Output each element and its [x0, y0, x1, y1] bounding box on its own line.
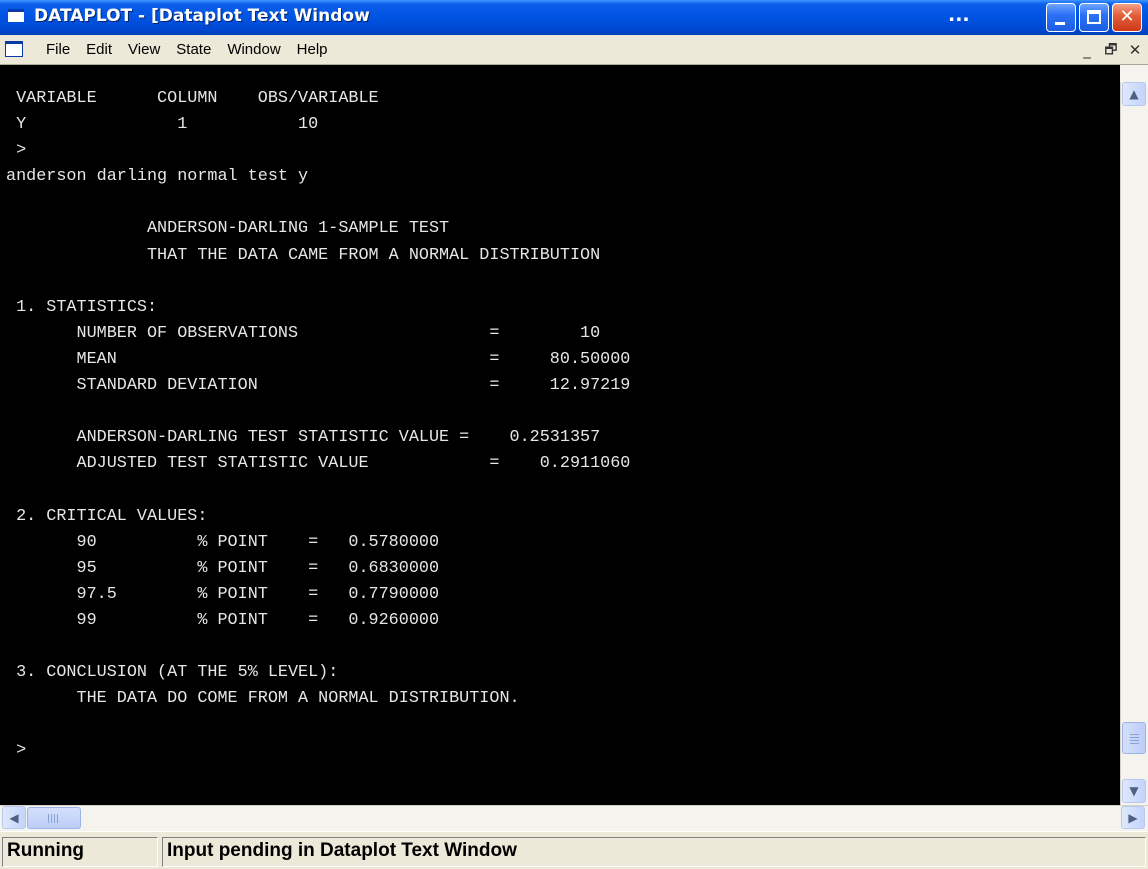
console-line: ADJUSTED TEST STATISTIC VALUE = 0.291106…: [6, 454, 631, 474]
maximize-button[interactable]: [1079, 3, 1109, 32]
title-bar[interactable]: DATAPLOT - [Dataplot Text Window ... ✕: [0, 0, 1148, 35]
console-line: ANDERSON-DARLING TEST STATISTIC VALUE = …: [6, 428, 601, 448]
console-line: MEAN = 80.50000: [6, 349, 631, 369]
horizontal-scroll-thumb[interactable]: [27, 807, 81, 829]
menu-window[interactable]: Window: [219, 41, 288, 59]
menu-state[interactable]: State: [168, 41, 219, 59]
console-line: 97.5 % POINT = 0.7790000: [6, 584, 440, 604]
mdi-close-button[interactable]: ✕: [1126, 41, 1144, 59]
status-state-panel: Running: [2, 837, 158, 867]
console-line: THE DATA DO COME FROM A NORMAL DISTRIBUT…: [6, 689, 520, 709]
console-line: STANDARD DEVIATION = 12.97219: [6, 376, 631, 396]
menu-bar: File Edit View State Window Help _ 🗗 ✕: [0, 35, 1148, 65]
vscroll-top-margin: [1120, 65, 1148, 82]
document-window-icon[interactable]: [5, 41, 23, 57]
window-title: DATAPLOT - [Dataplot Text Window: [34, 6, 370, 26]
console-output: VARIABLE COLUMN OBS/VARIABLE Y 1 10 > and…: [6, 86, 630, 764]
console-line: 90 % POINT = 0.5780000: [6, 532, 440, 552]
console-line: NUMBER OF OBSERVATIONS = 10: [6, 323, 601, 343]
console-line: 3. CONCLUSION (AT THE 5% LEVEL):: [6, 663, 339, 683]
scroll-up-button[interactable]: ▲: [1122, 82, 1146, 106]
console-line: VARIABLE COLUMN OBS/VARIABLE: [6, 89, 379, 108]
status-bar: Running Input pending in Dataplot Text W…: [0, 831, 1148, 869]
minimize-button[interactable]: [1046, 3, 1076, 32]
app-window-icon[interactable]: [8, 9, 24, 22]
vertical-scrollbar[interactable]: ▲ ▼: [1120, 82, 1148, 805]
console-line: Y 1 10: [6, 115, 319, 135]
console-line: 1. STATISTICS:: [6, 297, 158, 317]
console-line: THAT THE DATA CAME FROM A NORMAL DISTRIB…: [6, 245, 601, 265]
console-line: 95 % POINT = 0.6830000: [6, 558, 440, 578]
console-top-margin: [0, 65, 1120, 82]
console-line: ANDERSON-DARLING 1-SAMPLE TEST: [6, 219, 450, 239]
console-line: >: [6, 741, 27, 761]
arrow-right-icon: ▶: [1128, 811, 1138, 825]
scroll-down-button[interactable]: ▼: [1122, 779, 1146, 803]
menu-edit[interactable]: Edit: [78, 41, 120, 59]
title-overflow-ellipsis: ...: [948, 4, 970, 26]
horizontal-scrollbar[interactable]: ◀ ▶: [0, 805, 1148, 831]
menu-help[interactable]: Help: [289, 41, 336, 59]
console-line: anderson darling normal test y: [6, 167, 309, 187]
menu-file[interactable]: File: [38, 41, 78, 59]
mdi-restore-button[interactable]: 🗗: [1102, 41, 1120, 59]
menu-view[interactable]: View: [120, 41, 168, 59]
arrow-left-icon: ◀: [9, 811, 19, 825]
scroll-left-button[interactable]: ◀: [2, 806, 26, 829]
console-line: 2. CRITICAL VALUES:: [6, 506, 208, 526]
scroll-right-button[interactable]: ▶: [1121, 806, 1145, 829]
text-console[interactable]: VARIABLE COLUMN OBS/VARIABLE Y 1 10 > and…: [0, 82, 1120, 805]
console-line: >: [6, 141, 27, 161]
mdi-minimize-button[interactable]: _: [1078, 41, 1096, 59]
console-line: 99 % POINT = 0.9260000: [6, 610, 440, 630]
vertical-scroll-thumb[interactable]: [1122, 722, 1146, 754]
arrow-down-icon: ▼: [1129, 784, 1139, 798]
status-message-panel: Input pending in Dataplot Text Window: [162, 837, 1146, 867]
close-icon: ✕: [1119, 6, 1135, 27]
arrow-up-icon: ▲: [1129, 87, 1139, 101]
close-button[interactable]: ✕: [1112, 3, 1142, 32]
menu-items: File Edit View State Window Help: [38, 41, 336, 59]
